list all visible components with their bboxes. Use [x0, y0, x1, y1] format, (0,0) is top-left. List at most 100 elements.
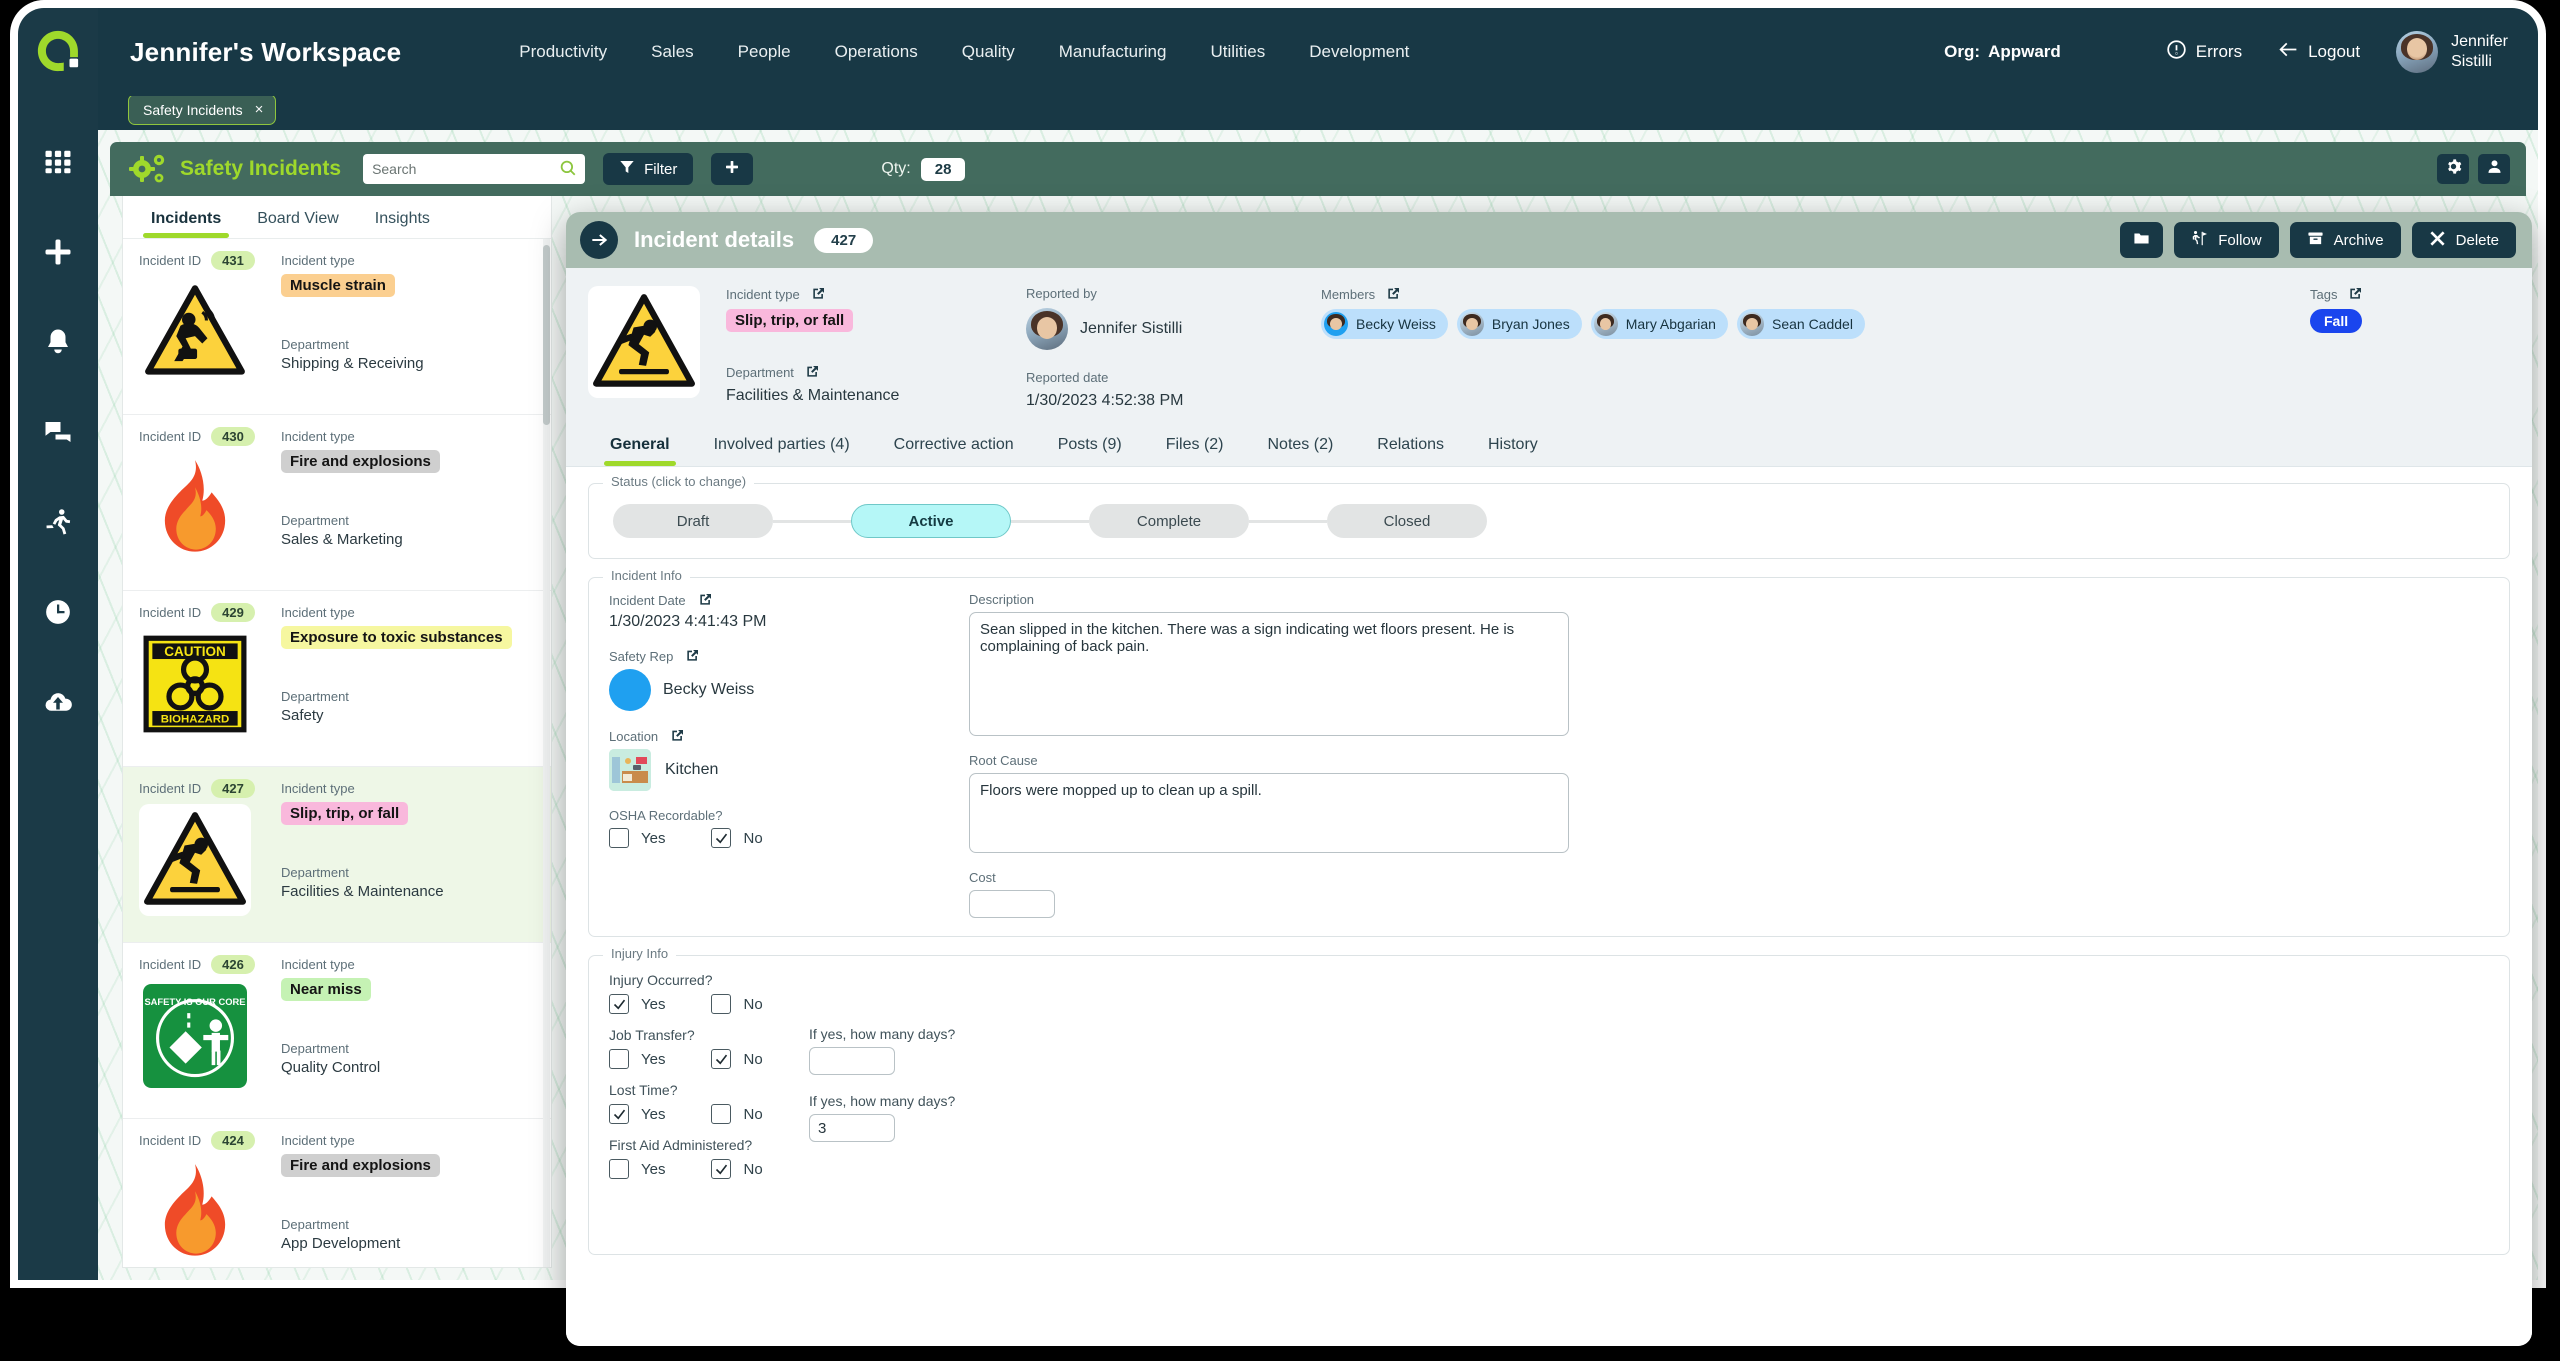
- tab-general[interactable]: General: [588, 428, 692, 466]
- tab-insights[interactable]: Insights: [357, 196, 448, 238]
- nav-item-manufacturing[interactable]: Manufacturing: [1037, 36, 1189, 68]
- job-transfer-yes-checkbox[interactable]: [609, 1049, 629, 1069]
- archive-button[interactable]: Archive: [2289, 222, 2401, 258]
- logout-button[interactable]: Logout: [2278, 39, 2360, 65]
- bell-icon[interactable]: [36, 320, 80, 364]
- tab-incidents[interactable]: Incidents: [133, 196, 239, 238]
- open-external-icon[interactable]: [669, 728, 685, 744]
- lost-time-no-checkbox[interactable]: [711, 1104, 732, 1124]
- open-tab-safety-incidents[interactable]: Safety Incidents ×: [128, 94, 277, 125]
- follow-button[interactable]: Follow: [2174, 222, 2279, 258]
- activity-runner-icon[interactable]: [36, 500, 80, 544]
- member-tag[interactable]: Bryan Jones: [1456, 309, 1582, 339]
- osha-yes-checkbox[interactable]: [609, 828, 629, 848]
- tab-corrective-action[interactable]: Corrective action: [872, 428, 1036, 466]
- open-external-icon[interactable]: [2347, 286, 2363, 302]
- status-step-closed[interactable]: Closed: [1327, 504, 1487, 538]
- member-tag[interactable]: Becky Weiss: [1321, 309, 1448, 339]
- list-item[interactable]: Incident ID 429 CAUTION BIOHAZARD Incident t…: [123, 591, 551, 767]
- open-external-icon[interactable]: [804, 364, 820, 380]
- location-label: Location: [609, 728, 659, 744]
- search-input[interactable]: [363, 161, 549, 177]
- close-icon[interactable]: ×: [255, 101, 264, 118]
- logout-label: Logout: [2308, 42, 2361, 61]
- nav-item-people[interactable]: People: [716, 36, 813, 68]
- folder-button[interactable]: [2120, 222, 2164, 258]
- list-item[interactable]: Incident ID 426 SAFETY IS OUR CORE Incident…: [123, 943, 551, 1119]
- list-item[interactable]: Incident ID 427 Incident type Slip, trip, o…: [123, 767, 551, 943]
- incident-type-value: Muscle strain: [281, 274, 395, 297]
- safety-core-value-icon: SAFETY IS OUR CORE: [139, 980, 251, 1092]
- nav-item-quality[interactable]: Quality: [940, 36, 1037, 68]
- tab-files[interactable]: Files (2): [1144, 428, 1246, 466]
- first-aid-yes-checkbox[interactable]: [609, 1159, 629, 1179]
- open-external-icon[interactable]: [697, 592, 713, 608]
- back-arrow-button[interactable]: [580, 221, 618, 259]
- first-aid-no-checkbox[interactable]: [711, 1159, 732, 1179]
- osha-no-checkbox[interactable]: [711, 828, 732, 848]
- member-tag[interactable]: Mary Abgarian: [1590, 309, 1728, 339]
- injury-occurred-yes-checkbox[interactable]: [609, 994, 629, 1014]
- add-button[interactable]: [711, 153, 754, 185]
- list-item[interactable]: Incident ID 424 Incident type Fire and expl…: [123, 1119, 551, 1267]
- root-cause-textarea[interactable]: [969, 773, 1569, 853]
- delete-button[interactable]: Delete: [2411, 222, 2516, 258]
- list-item-left: Incident ID 427: [139, 779, 275, 928]
- tab-involved-parties[interactable]: Involved parties (4): [692, 428, 872, 466]
- list-scrollbar[interactable]: [543, 239, 550, 1267]
- chat-icon[interactable]: [36, 410, 80, 454]
- nav-item-development[interactable]: Development: [1287, 36, 1431, 68]
- plus-icon[interactable]: [36, 230, 80, 274]
- nav-item-operations[interactable]: Operations: [813, 36, 940, 68]
- open-external-icon[interactable]: [684, 648, 700, 664]
- nav-item-utilities[interactable]: Utilities: [1188, 36, 1287, 68]
- scrollbar-thumb[interactable]: [543, 245, 550, 425]
- injury-occurred-no-checkbox[interactable]: [711, 994, 732, 1014]
- status-badge[interactable]: Fall: [2310, 309, 2363, 333]
- search-box[interactable]: [363, 154, 586, 184]
- user-settings-button[interactable]: [2478, 154, 2510, 184]
- search-icon[interactable]: [559, 159, 577, 177]
- incident-details-panel: Incident details 427 Follow Archive Dele…: [566, 212, 2532, 1346]
- tab-notes[interactable]: Notes (2): [1246, 428, 1356, 466]
- list-item[interactable]: Incident ID 431 Incident type Muscle strain…: [123, 239, 551, 415]
- description-textarea[interactable]: [969, 612, 1569, 736]
- status-step-draft[interactable]: Draft: [613, 504, 773, 538]
- tab-relations[interactable]: Relations: [1355, 428, 1466, 466]
- filter-button[interactable]: Filter: [603, 153, 694, 185]
- department-value: App Development: [281, 1235, 401, 1252]
- cost-input[interactable]: [969, 890, 1055, 918]
- settings-button[interactable]: [2437, 154, 2469, 184]
- lost-time-days-input[interactable]: [809, 1114, 895, 1142]
- lost-time-yes-checkbox[interactable]: [609, 1104, 629, 1124]
- open-external-icon[interactable]: [1385, 286, 1401, 302]
- errors-button[interactable]: Errors: [2166, 39, 2242, 65]
- status-step-complete[interactable]: Complete: [1089, 504, 1249, 538]
- lost-time-checkboxes: Yes No: [609, 1104, 809, 1124]
- quantity-indicator: Qty: 28: [881, 157, 966, 181]
- status-step-active[interactable]: Active: [851, 504, 1011, 538]
- department-value: Facilities & Maintenance: [281, 883, 444, 900]
- appward-logo-icon[interactable]: [35, 28, 81, 74]
- location-value: Kitchen: [665, 761, 719, 778]
- incident-type-value: Fire and explosions: [281, 450, 440, 473]
- incident-id-label: Incident ID: [139, 1133, 202, 1148]
- incident-type-label: Incident type: [281, 781, 355, 796]
- user-profile-chip[interactable]: Jennifer Sistilli: [2396, 31, 2508, 73]
- gears-icon: [128, 152, 168, 186]
- incident-id-label: Incident ID: [139, 957, 202, 972]
- cloud-upload-icon[interactable]: [36, 680, 80, 724]
- apps-grid-icon[interactable]: [36, 140, 80, 184]
- job-transfer-days-input[interactable]: [809, 1047, 895, 1075]
- tab-board-view[interactable]: Board View: [239, 196, 357, 238]
- list-item[interactable]: Incident ID 430 Incident type Fire and expl…: [123, 415, 551, 591]
- tab-posts[interactable]: Posts (9): [1036, 428, 1144, 466]
- nav-item-sales[interactable]: Sales: [629, 36, 716, 68]
- open-external-icon[interactable]: [810, 286, 826, 302]
- nav-item-productivity[interactable]: Productivity: [497, 36, 629, 68]
- members-column: Members Becky Weiss Bryan Jones Mary Abg…: [1321, 286, 2310, 410]
- member-tag[interactable]: Sean Caddel: [1736, 309, 1865, 339]
- clock-icon[interactable]: [36, 590, 80, 634]
- job-transfer-no-checkbox[interactable]: [711, 1049, 732, 1069]
- tab-history[interactable]: History: [1466, 428, 1560, 466]
